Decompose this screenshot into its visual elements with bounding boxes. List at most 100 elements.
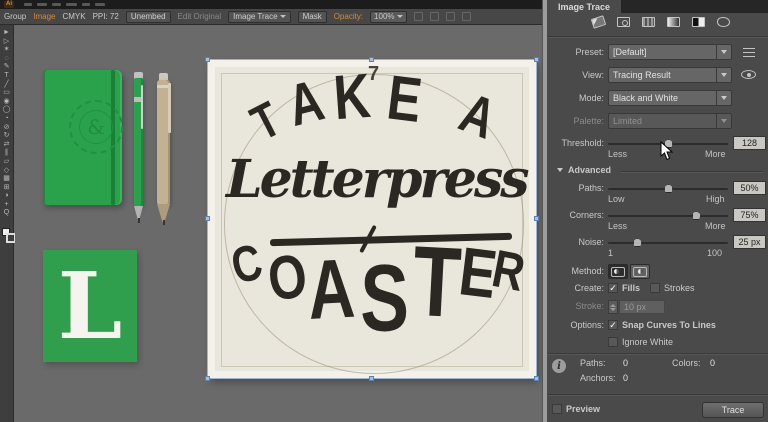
- image-trace-dropdown[interactable]: Image Trace: [228, 11, 290, 23]
- mesh-tool-icon[interactable]: ▦: [3, 175, 10, 184]
- mode-label: Mode:: [547, 90, 604, 106]
- menu-item[interactable]: [24, 3, 32, 6]
- corners-slider-thumb[interactable]: [692, 211, 701, 220]
- free-transform-tool-icon[interactable]: ▱: [4, 158, 9, 167]
- fills-checkbox[interactable]: ✓: [608, 283, 618, 293]
- method-overlapping-button[interactable]: [630, 264, 650, 279]
- isolate-icon[interactable]: [462, 12, 471, 21]
- eyedropper-tool-icon[interactable]: ◑: [4, 192, 8, 201]
- menu-item[interactable]: [52, 3, 61, 6]
- width-tool-icon[interactable]: ∥: [5, 149, 9, 158]
- style-icon[interactable]: [414, 12, 423, 21]
- opacity-link[interactable]: Opacity:: [334, 12, 363, 21]
- zoom-tool-icon[interactable]: Q: [4, 209, 9, 218]
- preview-checkbox[interactable]: [552, 404, 562, 414]
- menu-item[interactable]: [37, 3, 47, 6]
- eye-icon[interactable]: [741, 70, 756, 79]
- corners-value[interactable]: 75%: [733, 208, 766, 222]
- placed-image[interactable]: 7 T A K E A Letterpress C O A S T E R: [208, 60, 536, 378]
- image-trace-panel: Image Trace Preset: [Default] View: Trac…: [547, 0, 768, 422]
- selection-handle[interactable]: [534, 216, 539, 221]
- corners-slider[interactable]: [608, 215, 728, 217]
- pen-tool-icon[interactable]: ✎: [4, 63, 10, 72]
- chevron-down-icon: [721, 119, 727, 123]
- illustrator-window: Ai Group Image CMYK PPI: 72 Unembed Edit…: [0, 0, 768, 422]
- canvas-pasteboard[interactable]: & L 7 T A K E A: [15, 25, 542, 422]
- mask-button[interactable]: Mask: [298, 11, 327, 23]
- selection-handle[interactable]: [205, 57, 210, 62]
- image-link[interactable]: Image: [33, 12, 55, 21]
- chevron-down-icon: [397, 15, 403, 18]
- trace-button[interactable]: Trace: [702, 402, 764, 418]
- threshold-value[interactable]: 128: [733, 136, 766, 150]
- selection-handle[interactable]: [369, 57, 374, 62]
- lettering-letterpress: Letterpress: [226, 154, 518, 206]
- blend-tool-icon[interactable]: +: [4, 201, 8, 210]
- letter-l-logo-artwork[interactable]: L: [43, 250, 137, 362]
- palette-label: Palette:: [547, 113, 604, 129]
- color-mode-label: CMYK: [62, 12, 85, 21]
- threshold-min-label: Less: [608, 149, 627, 159]
- divider: [547, 394, 768, 395]
- method-abutting-button[interactable]: [608, 264, 628, 279]
- selection-handle[interactable]: [369, 376, 374, 381]
- stats-paths-value: 0: [623, 358, 628, 368]
- eraser-tool-icon[interactable]: ⊘: [4, 124, 10, 133]
- rotate-tool-icon[interactable]: ↻: [4, 132, 10, 141]
- paths-value[interactable]: 50%: [733, 181, 766, 195]
- auto-color-icon[interactable]: [592, 17, 607, 29]
- low-color-icon[interactable]: [642, 17, 657, 29]
- transform-icon[interactable]: [446, 12, 455, 21]
- unembed-button[interactable]: Unembed: [126, 11, 171, 23]
- noise-value[interactable]: 25 px: [733, 235, 766, 249]
- direct-selection-tool-icon[interactable]: ▷: [4, 38, 9, 47]
- preset-menu-icon[interactable]: [743, 48, 755, 57]
- pencil-mark: 7: [368, 64, 379, 84]
- ignore-white-label: Ignore White: [622, 337, 673, 348]
- selection-tool-icon[interactable]: ►: [3, 29, 10, 38]
- edit-original-button: Edit Original: [178, 12, 222, 21]
- snap-curves-checkbox[interactable]: ✓: [608, 320, 618, 330]
- outline-icon[interactable]: [717, 17, 732, 29]
- illustrator-logo: Ai: [4, 1, 14, 8]
- strokes-checkbox[interactable]: [650, 283, 660, 293]
- view-select[interactable]: Tracing Result: [608, 67, 732, 83]
- grayscale-icon[interactable]: [667, 17, 682, 29]
- fills-checkbox-label: Fills: [622, 283, 640, 294]
- rectangle-tool-icon[interactable]: ▭: [3, 89, 10, 98]
- stroke-value-field: 10 px: [619, 300, 665, 314]
- noise-slider[interactable]: [608, 242, 728, 244]
- advanced-disclosure-icon[interactable]: [557, 168, 563, 172]
- selection-handle[interactable]: [205, 376, 210, 381]
- mode-select[interactable]: Black and White: [608, 90, 732, 106]
- magic-wand-tool-icon[interactable]: ✶: [4, 46, 10, 55]
- black-and-white-icon[interactable]: [692, 17, 707, 29]
- selection-handle[interactable]: [205, 216, 210, 221]
- opacity-value[interactable]: 100%: [370, 11, 406, 23]
- lasso-tool-icon[interactable]: ◌: [4, 55, 8, 64]
- menu-item[interactable]: [82, 3, 90, 6]
- noise-slider-thumb[interactable]: [633, 238, 642, 247]
- ignore-white-checkbox[interactable]: [608, 337, 618, 347]
- menu-item[interactable]: [95, 3, 105, 6]
- paths-slider-thumb[interactable]: [664, 184, 673, 193]
- selection-handle[interactable]: [534, 376, 539, 381]
- align-icon[interactable]: [430, 12, 439, 21]
- type-tool-icon[interactable]: T: [4, 72, 8, 81]
- preset-select[interactable]: [Default]: [608, 44, 732, 60]
- divider: [547, 36, 768, 37]
- menu-item[interactable]: [66, 3, 77, 6]
- pencil-tool-icon[interactable]: ◯: [3, 106, 11, 115]
- selection-handle[interactable]: [534, 57, 539, 62]
- paths-slider[interactable]: [608, 188, 728, 190]
- shape-builder-tool-icon[interactable]: ◇: [4, 167, 9, 176]
- line-tool-icon[interactable]: ╱: [4, 81, 8, 90]
- tools-panel: ► ▷ ✶ ◌ ✎ T ╱ ▭ ◉ ◯ ◔ ⊘ ↻ ⇄ ∥ ▱ ◇ ▦ ⊞ ◑ …: [0, 25, 14, 422]
- blob-brush-tool-icon[interactable]: ◔: [4, 115, 8, 124]
- advanced-section-toggle[interactable]: Advanced: [568, 165, 611, 175]
- corners-label: Corners:: [547, 208, 604, 222]
- gradient-tool-icon[interactable]: ⊞: [4, 184, 10, 193]
- high-color-icon[interactable]: [617, 17, 632, 29]
- corners-max-label: More: [705, 221, 726, 231]
- tab-image-trace[interactable]: Image Trace: [547, 0, 621, 13]
